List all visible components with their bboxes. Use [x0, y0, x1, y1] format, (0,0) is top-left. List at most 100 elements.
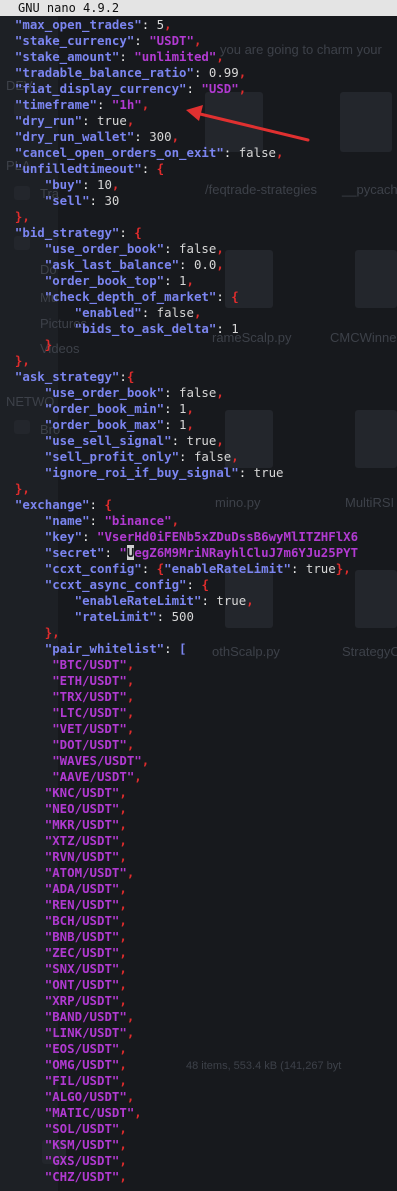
json-string: "BNB/USDT" [44, 929, 120, 944]
json-key: "pair_whitelist" [44, 641, 165, 656]
code-line: "timeframe": "1h", [0, 97, 149, 113]
json-punct: : [89, 193, 105, 208]
json-string: "ONT/USDT" [44, 977, 120, 992]
json-punct: , [126, 721, 135, 736]
json-key: "cancel_open_orders_on_exit" [14, 145, 224, 160]
code-line: }, [0, 481, 30, 497]
code-line: "BCH/USDT", [0, 913, 127, 929]
json-punct [0, 337, 45, 352]
json-punct: : [164, 273, 180, 288]
json-punct: : [141, 561, 157, 576]
json-value: true [253, 465, 284, 480]
bg-python-file-icon [355, 250, 397, 308]
code-line: "ONT/USDT", [0, 977, 127, 993]
code-line: } [0, 337, 52, 353]
json-string: "VET/USDT" [52, 721, 127, 736]
json-string: "NEO/USDT" [44, 801, 120, 816]
code-line: "BAND/USDT", [0, 1009, 135, 1025]
json-value: 1 [179, 401, 187, 416]
json-punct: { [134, 225, 142, 240]
json-string: "AAVE/USDT" [52, 769, 135, 784]
json-key: "bid_strategy" [14, 225, 120, 240]
json-string: "ETH/USDT" [52, 673, 127, 688]
code-line: "WAVES/USDT", [0, 753, 149, 769]
json-punct [0, 897, 45, 912]
json-punct: , [119, 929, 127, 944]
json-value: 30 [104, 193, 120, 208]
json-punct [0, 929, 45, 944]
json-punct [0, 1121, 45, 1136]
code-line: "fiat_display_currency": "USD", [0, 81, 246, 97]
json-punct: , [126, 865, 135, 880]
json-punct [0, 913, 45, 928]
json-string: "1h" [111, 97, 142, 112]
code-line: "SNX/USDT", [0, 961, 127, 977]
json-punct: : [179, 449, 194, 464]
json-value: false [193, 449, 232, 464]
json-punct: , [126, 673, 135, 688]
code-line: "ccxt_config": {"enableRateLimit": true}… [0, 561, 351, 577]
json-punct: { [231, 289, 239, 304]
code-line: "check_depth_of_market": { [0, 289, 239, 305]
json-key: "enabled" [74, 305, 142, 320]
json-punct: , [119, 977, 127, 992]
json-punct: , [119, 1057, 127, 1072]
json-key: "tradable_balance_ratio" [14, 65, 194, 80]
json-value: 1 [231, 321, 239, 336]
json-punct: : [156, 609, 172, 624]
json-punct [0, 209, 15, 224]
code-line: }, [0, 209, 30, 225]
json-punct: : [89, 513, 105, 528]
json-punct: , [126, 689, 135, 704]
json-punct [0, 705, 52, 720]
code-line: "enableRateLimit": true, [0, 593, 254, 609]
json-punct [0, 129, 15, 144]
json-punct: , [119, 881, 127, 896]
json-punct [0, 369, 15, 384]
code-line: "RVN/USDT", [0, 849, 127, 865]
code-line: "secret": "UegZ6M9MriNRayhlCluJ7m6YJu25P… [0, 545, 358, 561]
json-key: "ask_strategy" [14, 369, 120, 384]
json-punct [0, 849, 45, 864]
code-line: "KNC/USDT", [0, 785, 127, 801]
json-punct: }, [44, 625, 60, 640]
json-key: "bids_to_ask_delta" [74, 321, 217, 336]
json-string: "MKR/USDT" [44, 817, 120, 832]
json-string: "RVN/USDT" [44, 849, 120, 864]
json-punct: : [134, 129, 150, 144]
json-string: "binance" [104, 513, 172, 528]
code-line: "use_sell_signal": true, [0, 433, 224, 449]
json-punct: }, [14, 209, 30, 224]
json-punct [0, 465, 45, 480]
code-line: "ask_last_balance": 0.0, [0, 257, 224, 273]
json-string: "SOL/USDT" [44, 1121, 120, 1136]
json-key: "exchange" [14, 497, 90, 512]
json-punct: , [119, 1137, 127, 1152]
json-key: "use_order_book" [44, 385, 165, 400]
code-line: "XTZ/USDT", [0, 833, 127, 849]
json-string: egZ6M9MriNRayhlCluJ7m6YJu25PYT [134, 545, 359, 560]
json-key: [ [179, 641, 187, 656]
json-value: false [179, 241, 217, 256]
code-line: "bids_to_ask_delta": 1 [0, 321, 239, 337]
json-value: true [216, 593, 247, 608]
json-punct [0, 193, 45, 208]
json-key: "order_book_min" [44, 401, 165, 416]
json-punct: , [134, 769, 142, 784]
json-punct: , [126, 1089, 135, 1104]
json-string: "ADA/USDT" [44, 881, 120, 896]
json-punct: : [164, 417, 180, 432]
json-punct [0, 1153, 45, 1168]
code-line: "use_order_book": false, [0, 385, 224, 401]
code-line: "ignore_roi_if_buy_signal": true [0, 465, 284, 481]
json-punct: , [126, 657, 135, 672]
json-punct: , [119, 945, 127, 960]
code-line: "exchange": { [0, 497, 112, 513]
json-punct: , [111, 177, 120, 192]
json-punct [0, 113, 15, 128]
json-value: true [96, 113, 127, 128]
json-punct: : [141, 305, 157, 320]
json-punct: : [179, 257, 194, 272]
json-punct: , [134, 1105, 142, 1120]
bg-file-name: CMCWinne [330, 330, 397, 345]
